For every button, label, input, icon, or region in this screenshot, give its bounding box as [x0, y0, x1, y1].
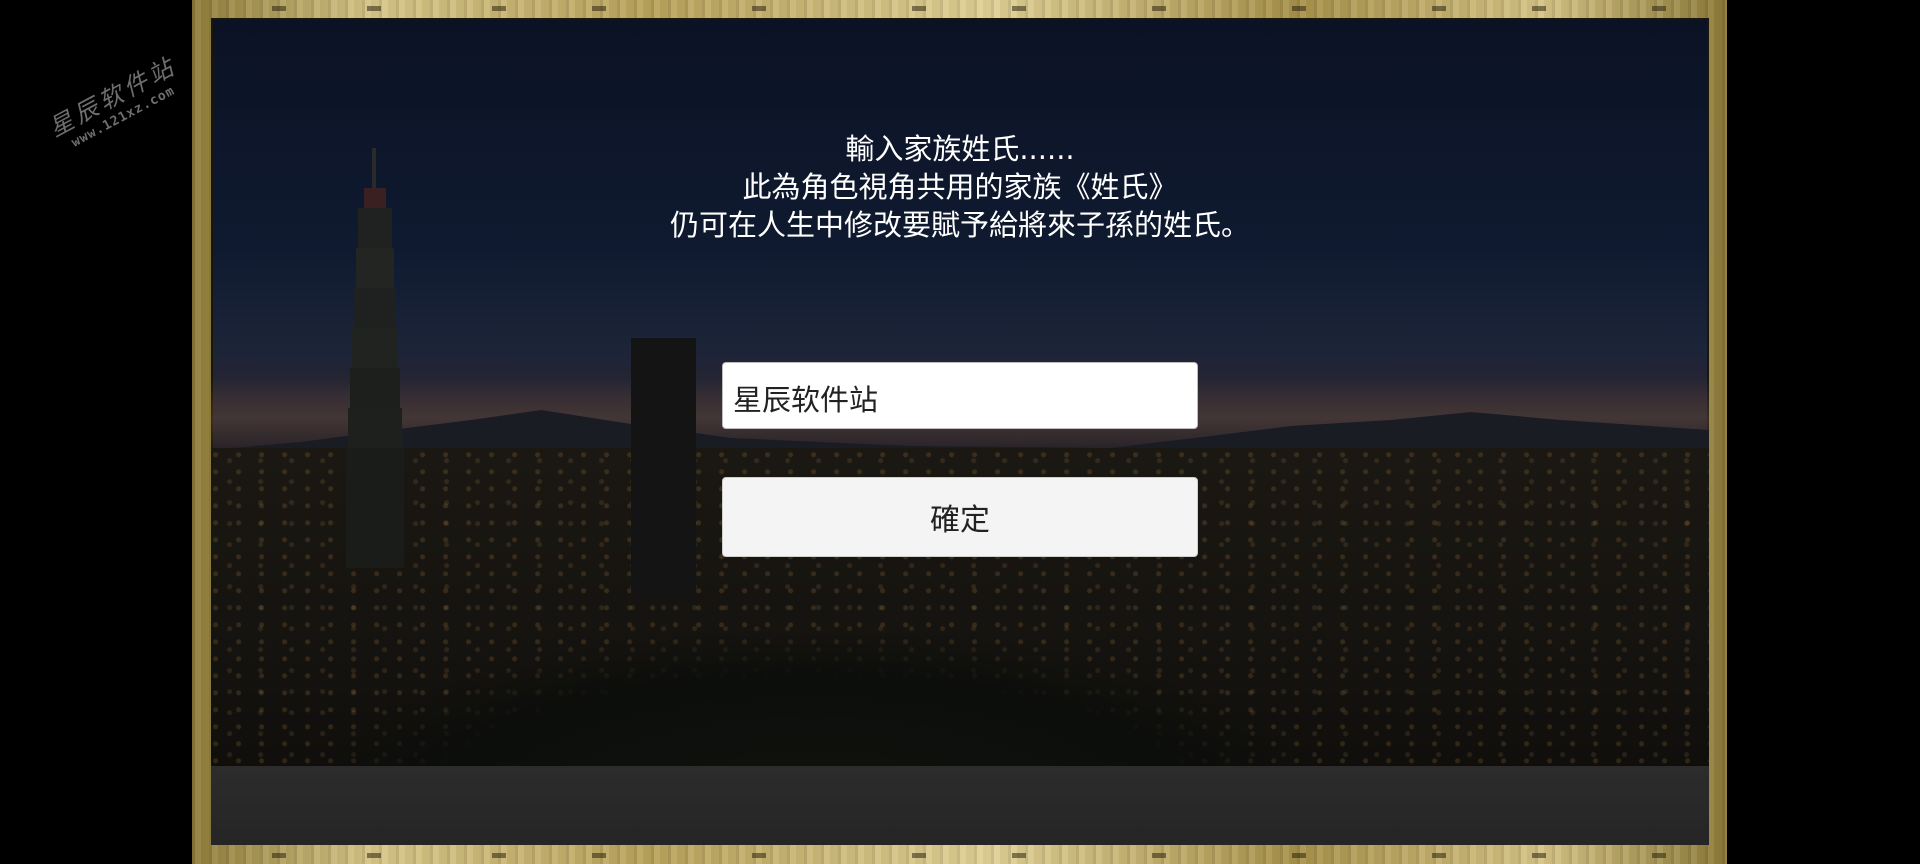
frame-rivet [1652, 853, 1666, 858]
bottom-panel [211, 766, 1709, 845]
frame-rivet [912, 853, 926, 858]
frame-rivet [1292, 6, 1306, 11]
prompt-line-3: 仍可在人生中修改要賦予給將來子孫的姓氏。 [669, 208, 1250, 242]
family-surname-input[interactable] [722, 362, 1198, 429]
frame-rivet [367, 6, 381, 11]
frame-rivet [1432, 853, 1446, 858]
surname-prompt: 輸入家族姓氏...... 此為角色視角共用的家族《姓氏》 仍可在人生中修改要賦予… [211, 130, 1709, 244]
frame-rivet [1152, 6, 1166, 11]
frame-rivet [592, 6, 606, 11]
frame-rivet [1152, 853, 1166, 858]
frame-rivet [1432, 6, 1446, 11]
skyscraper-silhouette [631, 338, 696, 598]
site-watermark: 星辰软件站 www.121xz.com [11, 8, 222, 203]
frame-rivet [272, 6, 286, 11]
frame-rivet [752, 6, 766, 11]
game-screen: 輸入家族姓氏...... 此為角色視角共用的家族《姓氏》 仍可在人生中修改要賦予… [0, 0, 1920, 864]
frame-rivet [492, 853, 506, 858]
prompt-line-2: 此為角色視角共用的家族《姓氏》 [742, 170, 1178, 204]
frame-rivet [1652, 6, 1666, 11]
frame-rivet [492, 6, 506, 11]
frame-rivet [272, 853, 286, 858]
frame-rivet [752, 853, 766, 858]
frame-rivet [912, 6, 926, 11]
frame-rivet [1532, 853, 1546, 858]
confirm-button[interactable]: 確定 [722, 477, 1198, 557]
prompt-line-1: 輸入家族姓氏...... [845, 132, 1075, 166]
frame-rivet [1532, 6, 1546, 11]
frame-rivet [1012, 6, 1026, 11]
frame-rivet [592, 853, 606, 858]
city-night-background: 輸入家族姓氏...... 此為角色視角共用的家族《姓氏》 仍可在人生中修改要賦予… [211, 18, 1709, 845]
frame-rivet [1292, 853, 1306, 858]
frame-rivet [1012, 853, 1026, 858]
frame-rivet [367, 853, 381, 858]
